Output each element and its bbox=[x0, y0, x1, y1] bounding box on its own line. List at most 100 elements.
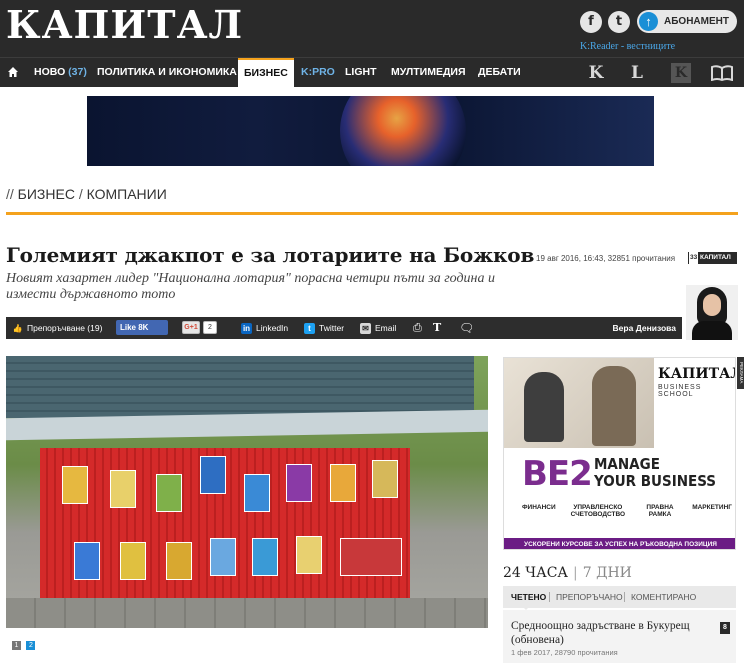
share-bar: 👍 Препоръчване (19) Like 8K G+1 2 in Linke… bbox=[6, 317, 682, 339]
breadcrumb-companies[interactable]: КОМПАНИИ bbox=[87, 186, 167, 202]
kiosk-roof bbox=[6, 356, 474, 418]
subscribe-label: АБОНАМЕНТ bbox=[664, 16, 729, 27]
nav-item-multimedia[interactable]: МУЛТИМЕДИЯ bbox=[391, 58, 466, 87]
ad-side-tag: РЕКЛАМА bbox=[737, 357, 744, 389]
linkedin-button[interactable]: in LinkedIn bbox=[241, 317, 288, 339]
period-separator: | bbox=[573, 565, 578, 581]
ad-school: BUSINESS SCHOOL bbox=[658, 384, 702, 398]
lottery-ticket bbox=[340, 538, 402, 576]
twitter-icon[interactable]: t bbox=[608, 11, 630, 33]
ad-headline-line1: MANAGE bbox=[594, 455, 660, 473]
period-24h[interactable]: 24 ЧАСА bbox=[503, 565, 568, 581]
nav-item-light[interactable]: LIGHT bbox=[345, 58, 377, 87]
ad-topic: ФИНАНСИ bbox=[522, 504, 556, 511]
twitter-label: Twitter bbox=[319, 323, 345, 333]
article-subtitle: Новият хазартен лидер "Национална лотари… bbox=[6, 271, 496, 302]
text-size-icon[interactable]: T bbox=[433, 317, 441, 339]
thumbs-up-icon: 👍 bbox=[12, 324, 23, 334]
lottery-ticket bbox=[296, 536, 322, 574]
linkedin-icon: in bbox=[241, 323, 252, 335]
business-school-ad[interactable]: КАПИТАЛ BUSINESS SCHOOL BE2 MANAGE YOUR … bbox=[503, 357, 736, 550]
nav-item-politics[interactable]: ПОЛИТИКА И ИКОНОМИКА bbox=[97, 58, 237, 87]
author-name[interactable]: Вера Денизова bbox=[613, 317, 676, 339]
recommend-button[interactable]: 👍 Препоръчване (19) bbox=[12, 317, 103, 339]
main-nav: НОВО (37) ПОЛИТИКА И ИКОНОМИКА БИЗНЕС K:… bbox=[0, 57, 744, 87]
issue-number: 33 bbox=[689, 252, 699, 264]
email-label: Email bbox=[375, 323, 397, 333]
l-icon[interactable]: L bbox=[627, 63, 647, 83]
nav-item-label: НОВО bbox=[34, 66, 66, 78]
print-icon[interactable]: ⎙ bbox=[413, 317, 422, 339]
gallery-page-2[interactable]: 2 bbox=[26, 641, 36, 650]
lottery-ticket bbox=[156, 474, 182, 512]
ad-person bbox=[592, 366, 636, 446]
breadcrumb: // БИЗНЕС / КОМПАНИИ bbox=[6, 186, 167, 202]
k-square-icon[interactable]: K bbox=[671, 63, 691, 83]
paving bbox=[6, 598, 488, 628]
arrow-up-icon: ↑ bbox=[639, 12, 658, 31]
nav-item-debates[interactable]: ДЕБАТИ bbox=[478, 58, 521, 87]
tab-recommended[interactable]: ПРЕПОРЪЧАНО bbox=[556, 586, 623, 608]
breadcrumb-separator: / bbox=[78, 186, 83, 202]
home-icon[interactable] bbox=[8, 67, 18, 77]
lottery-ticket bbox=[110, 470, 136, 508]
banner-globe bbox=[340, 96, 466, 166]
lottery-ticket bbox=[372, 460, 398, 498]
kiosk-body bbox=[40, 448, 410, 598]
news-meta: 1 фев 2017, 28790 прочитания bbox=[511, 648, 618, 657]
author-face bbox=[703, 294, 721, 316]
lottery-ticket bbox=[200, 456, 226, 494]
popular-period: 24 ЧАСА | 7 ДНИ bbox=[503, 565, 632, 581]
ad-topics: ФИНАНСИ УПРАВЛЕНСКО СЧЕТОВОДСТВО ПРАВНА … bbox=[522, 504, 732, 518]
gallery-page-1[interactable]: 1 bbox=[12, 641, 21, 650]
nav-item-kpro[interactable]: K:PRO bbox=[301, 58, 335, 87]
lottery-ticket bbox=[330, 464, 356, 502]
news-rank: 8 bbox=[720, 622, 730, 634]
gallery-pager: 1 2 bbox=[12, 634, 36, 652]
facebook-like-button[interactable]: Like 8K bbox=[116, 320, 168, 335]
book-icon[interactable] bbox=[711, 65, 733, 81]
article-photo[interactable] bbox=[6, 356, 488, 628]
breadcrumb-business[interactable]: БИЗНЕС bbox=[18, 186, 75, 202]
article-meta: 19 авг 2016, 16:43, 32851 прочитания bbox=[536, 254, 676, 263]
tab-separator bbox=[624, 592, 625, 602]
popular-tabs: ЧЕТЕНО ПРЕПОРЪЧАНО КОМЕНТИРАНО bbox=[503, 586, 736, 608]
email-button[interactable]: ✉ Email bbox=[360, 317, 396, 339]
lottery-ticket bbox=[286, 464, 312, 502]
envelope-icon: ✉ bbox=[360, 323, 371, 335]
ad-topic: МАРКЕТИНГ bbox=[692, 504, 732, 511]
twitter-bird-icon: t bbox=[304, 323, 315, 335]
ad-topic: ПРАВНА РАМКА bbox=[646, 504, 674, 518]
article-title: Големият джакпот е за лотариите на Божко… bbox=[6, 243, 535, 267]
lottery-ticket bbox=[210, 538, 236, 576]
nav-item-new[interactable]: НОВО (37) bbox=[34, 58, 87, 87]
tab-separator bbox=[549, 592, 550, 602]
k-icon[interactable]: K bbox=[586, 63, 606, 83]
lottery-ticket bbox=[120, 542, 146, 580]
lottery-ticket bbox=[244, 474, 270, 512]
author-body bbox=[692, 321, 732, 340]
section-divider bbox=[6, 212, 738, 215]
ad-banner[interactable] bbox=[87, 96, 654, 166]
author-photo[interactable] bbox=[686, 285, 738, 340]
nav-item-business[interactable]: БИЗНЕС bbox=[238, 58, 294, 87]
kreader-link[interactable]: K:Reader - вестниците bbox=[580, 41, 675, 52]
issue-badge[interactable]: 33 КАПИТАЛ bbox=[688, 252, 737, 264]
issue-label: КАПИТАЛ bbox=[700, 254, 731, 261]
tab-commented[interactable]: КОМЕНТИРАНО bbox=[631, 586, 696, 608]
twitter-share-button[interactable]: t Twitter bbox=[304, 317, 344, 339]
ad-strip: УСКОРЕНИ КУРСОВЕ ЗА УСПЕХ НА РЪКОВОДНА П… bbox=[504, 538, 735, 549]
lottery-ticket bbox=[166, 542, 192, 580]
period-7d[interactable]: 7 ДНИ bbox=[583, 565, 632, 581]
list-item[interactable]: Средноощно задръстване в Букурещ (обнове… bbox=[503, 610, 736, 663]
breadcrumb-prefix: // bbox=[6, 186, 14, 202]
facebook-icon[interactable]: f bbox=[580, 11, 602, 33]
site-logo[interactable]: КАПИТАЛ bbox=[6, 3, 243, 47]
tab-read[interactable]: ЧЕТЕНО bbox=[511, 586, 546, 608]
comment-add-icon[interactable]: 🗨 bbox=[459, 317, 474, 339]
gplus-button[interactable]: G+1 bbox=[182, 321, 200, 334]
lottery-ticket bbox=[62, 466, 88, 504]
news-title[interactable]: Средноощно задръстване в Букурещ (обнове… bbox=[511, 619, 711, 647]
subscribe-button[interactable]: ↑ АБОНАМЕНТ bbox=[637, 10, 737, 33]
lottery-ticket bbox=[74, 542, 100, 580]
